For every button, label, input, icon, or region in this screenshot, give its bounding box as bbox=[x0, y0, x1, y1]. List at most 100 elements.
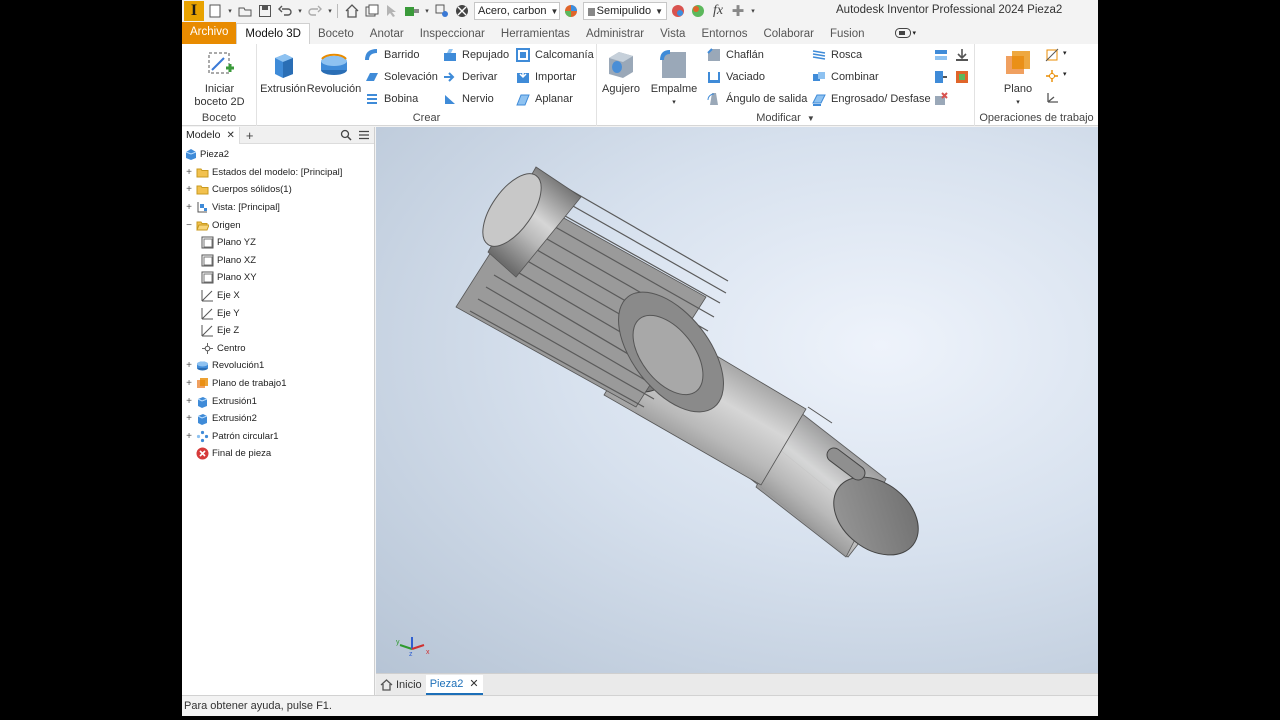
tab-colaborar[interactable]: Colaborar bbox=[755, 24, 822, 44]
plano-button[interactable]: Plano ▾ bbox=[998, 48, 1038, 109]
tree-node[interactable]: + Extrusión2 bbox=[182, 410, 374, 428]
expand-icon[interactable]: + bbox=[184, 360, 194, 371]
tree-node[interactable]: Plano XZ bbox=[182, 252, 374, 270]
tree-node[interactable]: − Origen bbox=[182, 216, 374, 234]
close-icon[interactable]: ✕ bbox=[226, 130, 234, 141]
chevron-down-icon[interactable]: ▾ bbox=[423, 2, 431, 20]
bobina-button[interactable]: Bobina bbox=[365, 90, 418, 108]
material-select[interactable]: Acero, carbon ▼ bbox=[474, 2, 560, 20]
save-icon[interactable] bbox=[256, 2, 274, 20]
split-icon[interactable] bbox=[934, 48, 948, 62]
appearance-override-icon[interactable] bbox=[669, 2, 687, 20]
tab-boceto[interactable]: Boceto bbox=[310, 24, 362, 44]
delete-face-icon[interactable] bbox=[934, 92, 948, 106]
doc-tab-pieza2[interactable]: Pieza2 ✕ bbox=[425, 674, 483, 695]
chevron-down-icon[interactable]: ▾ bbox=[326, 2, 334, 20]
expand-icon[interactable]: + bbox=[184, 202, 194, 213]
tab-archivo[interactable]: Archivo bbox=[182, 22, 237, 44]
direct-edit-icon[interactable] bbox=[955, 48, 969, 62]
tab-inspeccionar[interactable]: Inspeccionar bbox=[412, 24, 493, 44]
tab-anotar[interactable]: Anotar bbox=[362, 24, 412, 44]
fx-icon[interactable]: fx bbox=[709, 2, 727, 20]
plus-icon[interactable]: ✚ bbox=[729, 2, 747, 20]
chevron-down-icon[interactable]: ▾ bbox=[296, 2, 304, 20]
tree-node[interactable]: Eje Y bbox=[182, 304, 374, 322]
home-icon[interactable] bbox=[343, 2, 361, 20]
ucs-icon[interactable] bbox=[1045, 91, 1059, 105]
tree-node[interactable]: + Plano de trabajo1 bbox=[182, 375, 374, 393]
repujado-button[interactable]: Repujado bbox=[443, 46, 509, 64]
expand-icon[interactable]: + bbox=[184, 431, 194, 442]
tree-node[interactable]: Eje Z bbox=[182, 322, 374, 340]
nervio-button[interactable]: Nervio bbox=[443, 90, 494, 108]
appearance-ball-icon[interactable] bbox=[562, 2, 580, 20]
tree-node[interactable]: + Estados del modelo: [Principal] bbox=[182, 164, 374, 182]
expand-icon[interactable]: + bbox=[184, 396, 194, 407]
chevron-down-icon[interactable]: ▾ bbox=[226, 2, 234, 20]
move-face-icon[interactable] bbox=[934, 70, 948, 84]
solevacion-button[interactable]: Solevación bbox=[365, 68, 438, 86]
doc-tab-inicio[interactable]: Inicio bbox=[376, 675, 426, 695]
rosca-button[interactable]: Rosca bbox=[812, 46, 862, 64]
vaciado-button[interactable]: Vaciado bbox=[707, 68, 765, 86]
extrusion-button[interactable]: Extrusión bbox=[260, 48, 306, 96]
open-icon[interactable] bbox=[236, 2, 254, 20]
no-entry-icon[interactable] bbox=[453, 2, 471, 20]
new-icon[interactable] bbox=[206, 2, 224, 20]
tree-node[interactable]: Centro bbox=[182, 340, 374, 358]
tree-node[interactable]: Final de pieza bbox=[182, 445, 374, 463]
aplanar-button[interactable]: Aplanar bbox=[516, 90, 573, 108]
properties-icon[interactable] bbox=[433, 2, 451, 20]
select-icon[interactable] bbox=[383, 2, 401, 20]
expand-icon[interactable]: + bbox=[184, 184, 194, 195]
tab-administrar[interactable]: Administrar bbox=[578, 24, 652, 44]
appearance-select[interactable]: Semipulido ▼ bbox=[583, 2, 667, 20]
search-icon[interactable] bbox=[340, 129, 352, 141]
menu-icon[interactable] bbox=[358, 129, 370, 141]
tree-node[interactable]: + Vista: [Principal] bbox=[182, 199, 374, 217]
engrosado-desfase-button[interactable]: Engrosado/ Desfase bbox=[812, 90, 931, 108]
revolucion-button[interactable]: Revolución bbox=[306, 48, 362, 96]
close-icon[interactable]: ✕ bbox=[469, 677, 478, 690]
graphics-viewport[interactable]: y z x bbox=[376, 127, 1098, 673]
tab-herramientas[interactable]: Herramientas bbox=[493, 24, 578, 44]
expand-icon[interactable]: + bbox=[184, 413, 194, 424]
tree-node[interactable]: + Patrón circular1 bbox=[182, 428, 374, 446]
update-icon[interactable] bbox=[363, 2, 381, 20]
derivar-button[interactable]: Derivar bbox=[443, 68, 497, 86]
tree-node[interactable]: + Cuerpos sólidos(1) bbox=[182, 181, 374, 199]
inventor-logo[interactable]: I bbox=[184, 1, 204, 21]
importar-button[interactable]: Importar bbox=[516, 68, 576, 86]
agujero-button[interactable]: Agujero bbox=[599, 48, 643, 96]
tree-node[interactable]: Pieza2 bbox=[182, 146, 374, 164]
tree-node[interactable]: Eje X bbox=[182, 287, 374, 305]
tab-vista[interactable]: Vista bbox=[652, 24, 693, 44]
undo-icon[interactable] bbox=[276, 2, 294, 20]
add-tab-icon[interactable]: + bbox=[246, 128, 254, 143]
angulo-salida-button[interactable]: Ángulo de salida bbox=[707, 90, 807, 108]
chevron-down-icon[interactable]: ▾ bbox=[1063, 70, 1067, 78]
tab-entornos[interactable]: Entornos bbox=[693, 24, 755, 44]
browser-tab-modelo[interactable]: Modelo ✕ bbox=[182, 126, 240, 144]
work-point-icon[interactable] bbox=[1045, 69, 1059, 83]
tree-node[interactable]: + Extrusión1 bbox=[182, 392, 374, 410]
tree-node[interactable]: Plano XY bbox=[182, 269, 374, 287]
chevron-down-icon[interactable]: ▾ bbox=[749, 2, 757, 20]
barrido-button[interactable]: Barrido bbox=[365, 46, 419, 64]
work-axis-icon[interactable] bbox=[1045, 48, 1059, 62]
calcomania-button[interactable]: Calcomanía bbox=[516, 46, 594, 64]
model-canvas[interactable]: y z x bbox=[376, 127, 1098, 673]
combinar-button[interactable]: Combinar bbox=[812, 68, 879, 86]
empalme-button[interactable]: Empalme ▾ bbox=[647, 48, 701, 109]
measure-icon[interactable] bbox=[403, 2, 421, 20]
chevron-down-icon[interactable]: ▾ bbox=[1063, 49, 1067, 57]
iniciar-boceto-2d-button[interactable]: Iniciar boceto 2D bbox=[192, 48, 247, 109]
ribbon-display-toggle[interactable]: ▾ bbox=[894, 27, 925, 39]
chaflan-button[interactable]: Chaflán bbox=[707, 46, 764, 64]
tree-node[interactable]: Plano YZ bbox=[182, 234, 374, 252]
tree-node[interactable]: + Revolución1 bbox=[182, 357, 374, 375]
expand-icon[interactable]: + bbox=[184, 167, 194, 178]
axis-triad[interactable]: y z x bbox=[396, 637, 430, 658]
color-fill-icon[interactable] bbox=[689, 2, 707, 20]
collapse-icon[interactable]: − bbox=[184, 220, 194, 231]
